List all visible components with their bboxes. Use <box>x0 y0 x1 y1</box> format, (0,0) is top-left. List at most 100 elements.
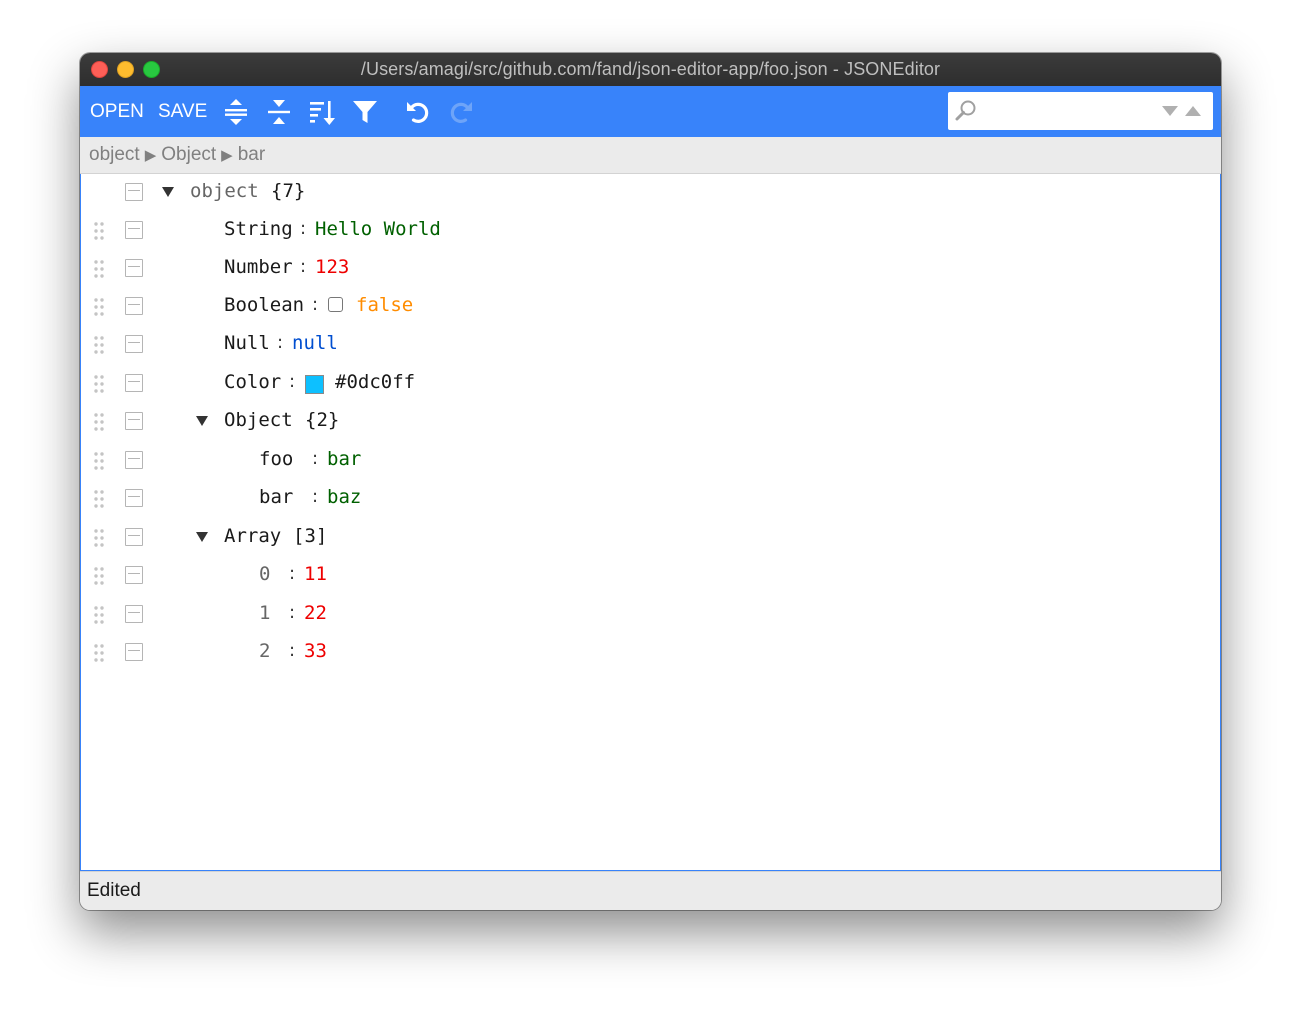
status-bar: Edited <box>80 871 1221 910</box>
context-menu-icon[interactable] <box>125 528 143 546</box>
key-value-separator: : <box>300 218 307 239</box>
zoom-window-button[interactable] <box>143 61 160 78</box>
app-window: /Users/amagi/src/github.com/fand/json-ed… <box>80 53 1221 910</box>
json-tree: object {7} String : Hello World Number :… <box>80 174 1221 871</box>
key-value-separator: : <box>312 294 319 315</box>
tree-row-string: String : Hello World <box>81 212 1220 250</box>
field-key[interactable]: object <box>190 180 259 202</box>
breadcrumb-item-bar[interactable]: bar <box>238 144 265 166</box>
expand-triangle-icon[interactable] <box>195 530 209 544</box>
breadcrumb: object ▶ Object ▶ bar <box>80 137 1221 174</box>
minimize-window-button[interactable] <box>117 61 134 78</box>
tree-row-array-item-1: 1 : 22 <box>81 596 1220 634</box>
expand-triangle-icon[interactable] <box>195 414 209 428</box>
drag-handle-icon[interactable] <box>93 528 105 548</box>
context-menu-icon[interactable] <box>125 183 143 201</box>
field-value[interactable]: baz <box>327 486 361 508</box>
context-menu-icon[interactable] <box>125 489 143 507</box>
drag-handle-icon[interactable] <box>93 489 105 509</box>
drag-handle-icon[interactable] <box>93 259 105 279</box>
field-key[interactable]: Null <box>224 332 270 354</box>
undo-icon[interactable] <box>402 96 434 128</box>
item-count: [3] <box>293 525 328 547</box>
array-index: 0 <box>259 563 271 585</box>
boolean-checkbox[interactable] <box>328 297 343 312</box>
field-key[interactable]: Color <box>224 371 281 393</box>
drag-handle-icon[interactable] <box>93 566 105 586</box>
field-value[interactable]: false <box>356 294 413 316</box>
tree-row-foo: foo : bar <box>81 442 1220 480</box>
field-key[interactable]: Object <box>224 409 293 431</box>
context-menu-icon[interactable] <box>125 297 143 315</box>
field-value[interactable]: bar <box>327 448 361 470</box>
tree-row-bar: bar : baz <box>81 480 1220 518</box>
filter-icon[interactable] <box>349 96 381 128</box>
title-bar: /Users/amagi/src/github.com/fand/json-ed… <box>80 53 1221 86</box>
tree-row-array-item-0: 0 : 11 <box>81 557 1220 595</box>
close-window-button[interactable] <box>91 61 108 78</box>
field-key[interactable]: bar <box>259 486 293 508</box>
tree-row-color: Color : #0dc0ff <box>81 365 1220 403</box>
field-value[interactable]: 22 <box>304 602 327 624</box>
key-value-separator: : <box>289 371 296 392</box>
context-menu-icon[interactable] <box>125 451 143 469</box>
breadcrumb-separator-icon: ▶ <box>221 147 233 164</box>
drag-handle-icon[interactable] <box>93 335 105 355</box>
tree-row-array: Array [3] <box>81 519 1220 557</box>
redo-icon[interactable] <box>445 96 477 128</box>
context-menu-icon[interactable] <box>125 221 143 239</box>
drag-handle-icon[interactable] <box>93 412 105 432</box>
open-button[interactable]: OPEN <box>90 86 144 137</box>
search-previous-icon[interactable] <box>1184 105 1202 117</box>
drag-handle-icon[interactable] <box>93 451 105 471</box>
field-key[interactable]: Boolean <box>224 294 304 316</box>
tree-row-number: Number : 123 <box>81 250 1220 288</box>
context-menu-icon[interactable] <box>125 643 143 661</box>
context-menu-icon[interactable] <box>125 374 143 392</box>
collapse-all-icon[interactable] <box>263 96 295 128</box>
search-input[interactable] <box>984 98 1144 124</box>
sort-icon[interactable] <box>306 96 338 128</box>
color-swatch[interactable] <box>305 375 324 394</box>
field-value[interactable]: #0dc0ff <box>335 371 415 393</box>
field-key[interactable]: Number <box>224 256 293 278</box>
field-value[interactable]: 123 <box>315 256 349 278</box>
drag-handle-icon[interactable] <box>93 374 105 394</box>
array-index: 1 <box>259 602 271 624</box>
save-button[interactable]: SAVE <box>158 86 207 137</box>
context-menu-icon[interactable] <box>125 335 143 353</box>
search-next-icon[interactable] <box>1161 105 1179 117</box>
field-value[interactable]: Hello World <box>315 218 441 240</box>
field-key[interactable]: Array <box>224 525 281 547</box>
context-menu-icon[interactable] <box>125 605 143 623</box>
key-value-separator: : <box>289 602 296 623</box>
expand-triangle-icon[interactable] <box>161 185 175 199</box>
field-value[interactable]: null <box>292 332 338 354</box>
context-menu-icon[interactable] <box>125 259 143 277</box>
tree-row-null: Null : null <box>81 326 1220 364</box>
breadcrumb-separator-icon: ▶ <box>144 147 157 164</box>
field-key[interactable]: foo <box>259 448 293 470</box>
drag-handle-icon[interactable] <box>93 297 105 317</box>
toolbar: OPEN SAVE <box>80 86 1221 137</box>
drag-handle-icon[interactable] <box>93 605 105 625</box>
field-value[interactable]: 11 <box>304 563 327 585</box>
field-value[interactable]: 33 <box>304 640 327 662</box>
drag-handle-icon[interactable] <box>93 643 105 663</box>
key-value-separator: : <box>289 640 296 661</box>
breadcrumb-item-root[interactable]: object <box>89 144 140 166</box>
item-count: {7} <box>271 180 306 202</box>
context-menu-icon[interactable] <box>125 566 143 584</box>
key-value-separator: : <box>312 448 319 469</box>
key-value-separator: : <box>300 256 307 277</box>
tree-row-object: Object {2} <box>81 403 1220 441</box>
array-index: 2 <box>259 640 271 662</box>
status-text: Edited <box>87 880 141 901</box>
expand-all-icon[interactable] <box>220 96 252 128</box>
field-key[interactable]: String <box>224 218 293 240</box>
item-count: {2} <box>305 409 340 431</box>
breadcrumb-item-object[interactable]: Object <box>161 144 216 166</box>
window-title: /Users/amagi/src/github.com/fand/json-ed… <box>360 59 941 79</box>
context-menu-icon[interactable] <box>125 412 143 430</box>
drag-handle-icon[interactable] <box>93 221 105 241</box>
